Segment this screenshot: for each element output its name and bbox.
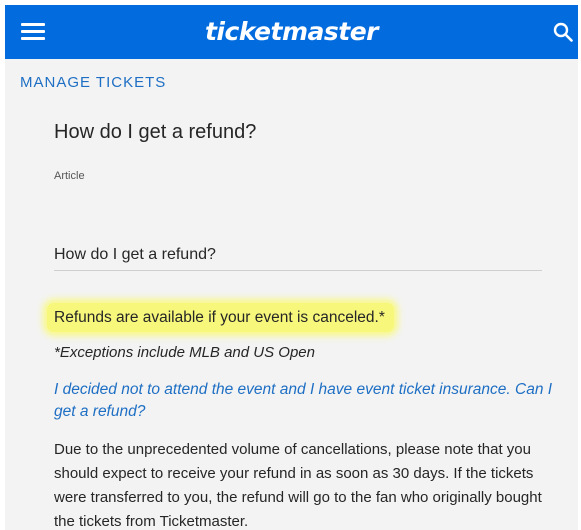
article-content-heading: How do I get a refund? — [54, 246, 216, 263]
ticket-insurance-question-link[interactable]: I decided not to attend the event and I … — [54, 379, 554, 423]
search-icon[interactable] — [553, 22, 573, 42]
app-header: ticketmaster — [5, 5, 578, 59]
highlighted-refund-statement: Refunds are available if your event is c… — [47, 303, 394, 332]
article-title: How do I get a refund? — [54, 121, 257, 143]
heading-divider — [54, 270, 542, 271]
refund-timing-paragraph: Due to the unprecedented volume of cance… — [54, 441, 542, 530]
page-frame: ticketmaster MANAGE TICKETS How do I get… — [5, 5, 578, 530]
brand-logo[interactable]: ticketmaster — [5, 17, 578, 46]
article-type-label: Article — [54, 170, 85, 182]
section-link-manage-tickets[interactable]: MANAGE TICKETS — [20, 74, 166, 91]
exceptions-note: *Exceptions include MLB and US Open — [54, 344, 315, 361]
